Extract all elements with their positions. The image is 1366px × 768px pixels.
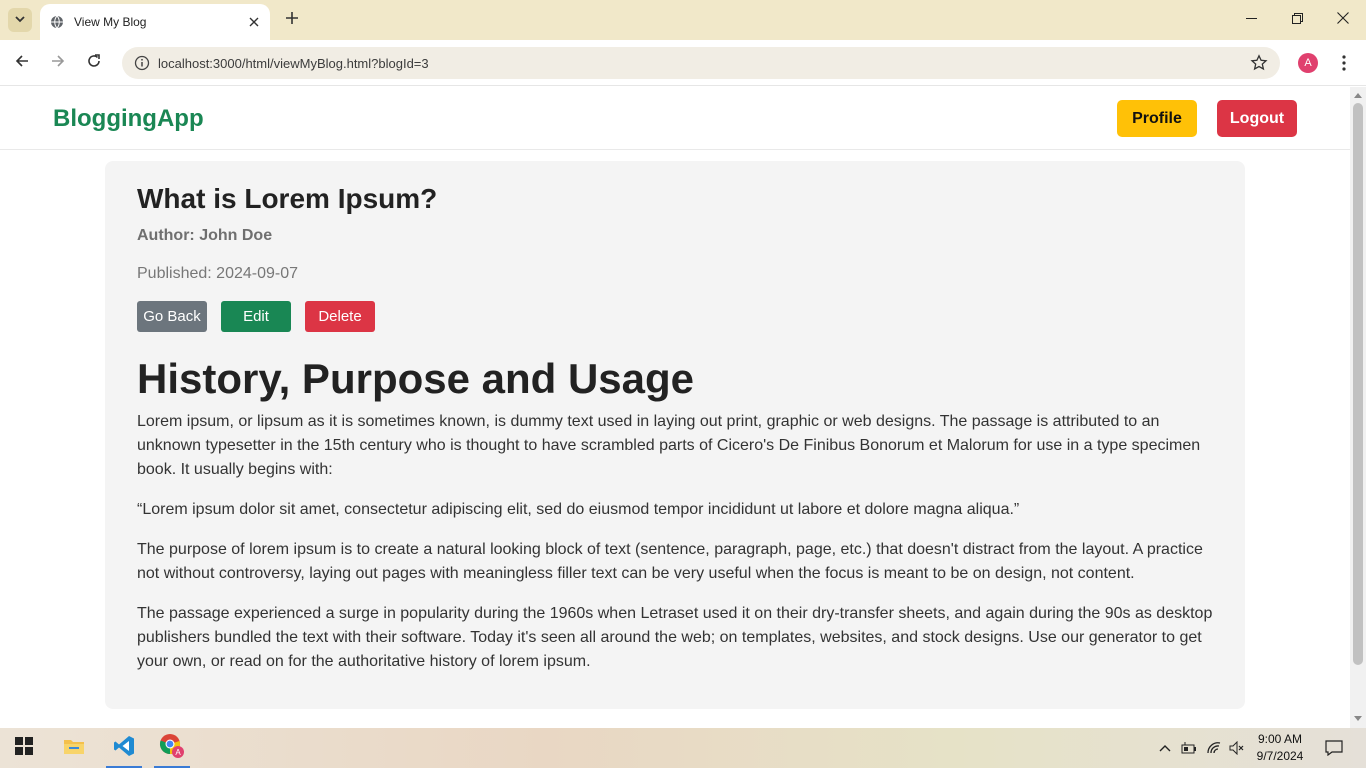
start-button[interactable] <box>2 728 46 768</box>
reload-button[interactable] <box>82 51 106 75</box>
forward-button[interactable] <box>46 51 70 75</box>
minimize-button[interactable] <box>1228 0 1274 40</box>
edit-button[interactable]: Edit <box>221 301 291 332</box>
url-text: localhost:3000/html/viewMyBlog.html?blog… <box>158 55 429 71</box>
notification-icon[interactable] <box>1322 736 1346 760</box>
blog-post-card: What is Lorem Ipsum? Author: John Doe Pu… <box>105 161 1245 709</box>
content-paragraph: The purpose of lorem ipsum is to create … <box>137 541 1203 582</box>
post-actions: Go Back Edit Delete <box>137 301 1213 332</box>
profile-avatar[interactable]: A <box>1298 53 1318 73</box>
browser-toolbar: localhost:3000/html/viewMyBlog.html?blog… <box>0 40 1366 86</box>
globe-icon <box>50 15 64 29</box>
scrollbar-thumb[interactable] <box>1353 103 1363 665</box>
go-back-button[interactable]: Go Back <box>137 301 207 332</box>
logout-button[interactable]: Logout <box>1217 100 1297 137</box>
post-published-date: Published: 2024-09-07 <box>137 265 299 282</box>
delete-button[interactable]: Delete <box>305 301 375 332</box>
new-tab-button[interactable] <box>282 10 302 30</box>
plus-icon <box>286 11 298 29</box>
chevron-up-icon[interactable] <box>1155 738 1175 758</box>
system-clock[interactable]: 9:00 AM 9/7/2024 <box>1250 731 1310 765</box>
volume-muted-icon[interactable] <box>1227 738 1247 758</box>
reload-icon <box>87 53 101 73</box>
browser-tab-strip: View My Blog <box>0 0 1366 40</box>
scroll-up-arrow-icon[interactable] <box>1354 91 1362 99</box>
page-scrollbar[interactable] <box>1350 87 1366 728</box>
back-button[interactable] <box>10 51 34 75</box>
folder-icon <box>63 737 85 760</box>
arrow-left-icon <box>15 54 29 73</box>
windows-logo-icon <box>15 736 33 760</box>
bookmark-star-icon[interactable] <box>1250 54 1268 72</box>
profile-button[interactable]: Profile <box>1117 100 1197 137</box>
page-viewport: BloggingApp Profile Logout What is Lorem… <box>0 87 1350 728</box>
restore-icon <box>1291 11 1303 29</box>
restore-button[interactable] <box>1274 0 1320 40</box>
kebab-menu-icon[interactable] <box>1334 52 1354 74</box>
site-header: BloggingApp Profile Logout <box>0 87 1350 150</box>
arrow-right-icon <box>51 54 65 73</box>
site-info-icon[interactable] <box>134 55 150 71</box>
network-icon[interactable] <box>1204 738 1224 758</box>
vscode-icon <box>113 735 135 762</box>
svg-text:A: A <box>175 748 181 757</box>
content-paragraph: The passage experienced a surge in popul… <box>137 605 1213 670</box>
post-title: What is Lorem Ipsum? <box>137 183 438 214</box>
close-icon <box>1337 11 1349 29</box>
scroll-down-arrow-icon[interactable] <box>1354 715 1362 723</box>
brand-logo[interactable]: BloggingApp <box>53 105 204 133</box>
clock-date: 9/7/2024 <box>1256 749 1304 763</box>
minimize-icon <box>1245 11 1257 29</box>
close-window-button[interactable] <box>1320 0 1366 40</box>
address-bar[interactable]: localhost:3000/html/viewMyBlog.html?blog… <box>122 47 1280 79</box>
browser-tab[interactable]: View My Blog <box>40 4 270 40</box>
post-author: Author: John Doe <box>137 227 273 244</box>
content-paragraph: “Lorem ipsum dolor sit amet, consectetur… <box>137 501 1020 518</box>
close-tab-icon[interactable] <box>246 14 262 30</box>
clock-time: 9:00 AM <box>1257 732 1303 746</box>
chrome-button[interactable]: A <box>150 728 194 768</box>
content-heading: History, Purpose and Usage <box>137 355 695 402</box>
vscode-button[interactable] <box>102 728 146 768</box>
os-taskbar: A 9:00 AM 9/7/2024 <box>0 728 1366 768</box>
chevron-down-icon <box>15 11 25 29</box>
tab-title: View My Blog <box>74 15 147 29</box>
battery-icon[interactable] <box>1179 738 1199 758</box>
tab-search-button[interactable] <box>8 8 32 32</box>
chrome-icon: A <box>159 733 185 764</box>
file-explorer-button[interactable] <box>52 728 96 768</box>
content-paragraph: Lorem ipsum, or lipsum as it is sometime… <box>137 413 1201 478</box>
